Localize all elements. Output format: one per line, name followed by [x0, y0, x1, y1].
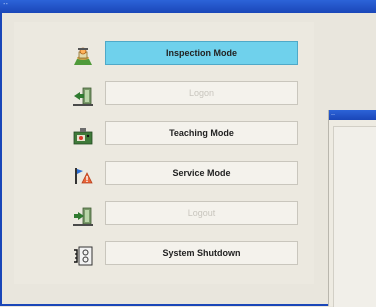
- secondary-window-titlebar: ⁃⁃: [329, 110, 376, 120]
- menu-row-logout: Logout: [14, 201, 314, 235]
- system-shutdown-button[interactable]: System Shutdown: [105, 241, 298, 265]
- titlebar-text: ⁃⁃: [3, 2, 8, 8]
- secondary-window: ⁃⁃: [328, 110, 376, 307]
- service-mode-button[interactable]: Service Mode: [105, 161, 298, 185]
- window-titlebar: ⁃⁃: [0, 0, 376, 13]
- secondary-titlebar-text: ⁃⁃: [331, 112, 335, 117]
- logout-icon: [72, 205, 94, 227]
- menu-row-inspection: Inspection Mode: [14, 41, 314, 75]
- teaching-icon: [72, 125, 94, 147]
- logout-button[interactable]: Logout: [105, 201, 298, 225]
- shutdown-icon: [72, 245, 94, 267]
- inspection-icon: [72, 45, 94, 67]
- secondary-window-content: [333, 126, 376, 307]
- mode-menu-panel: Inspection Mode Logon Teaching Mode Serv…: [14, 22, 314, 284]
- menu-row-shutdown: System Shutdown: [14, 241, 314, 275]
- service-icon: [72, 165, 94, 187]
- logon-icon: [72, 85, 94, 107]
- teaching-mode-button[interactable]: Teaching Mode: [105, 121, 298, 145]
- inspection-mode-button[interactable]: Inspection Mode: [105, 41, 298, 65]
- window-frame-left: [0, 13, 2, 306]
- menu-row-service: Service Mode: [14, 161, 314, 195]
- menu-row-logon: Logon: [14, 81, 314, 115]
- menu-row-teaching: Teaching Mode: [14, 121, 314, 155]
- logon-button[interactable]: Logon: [105, 81, 298, 105]
